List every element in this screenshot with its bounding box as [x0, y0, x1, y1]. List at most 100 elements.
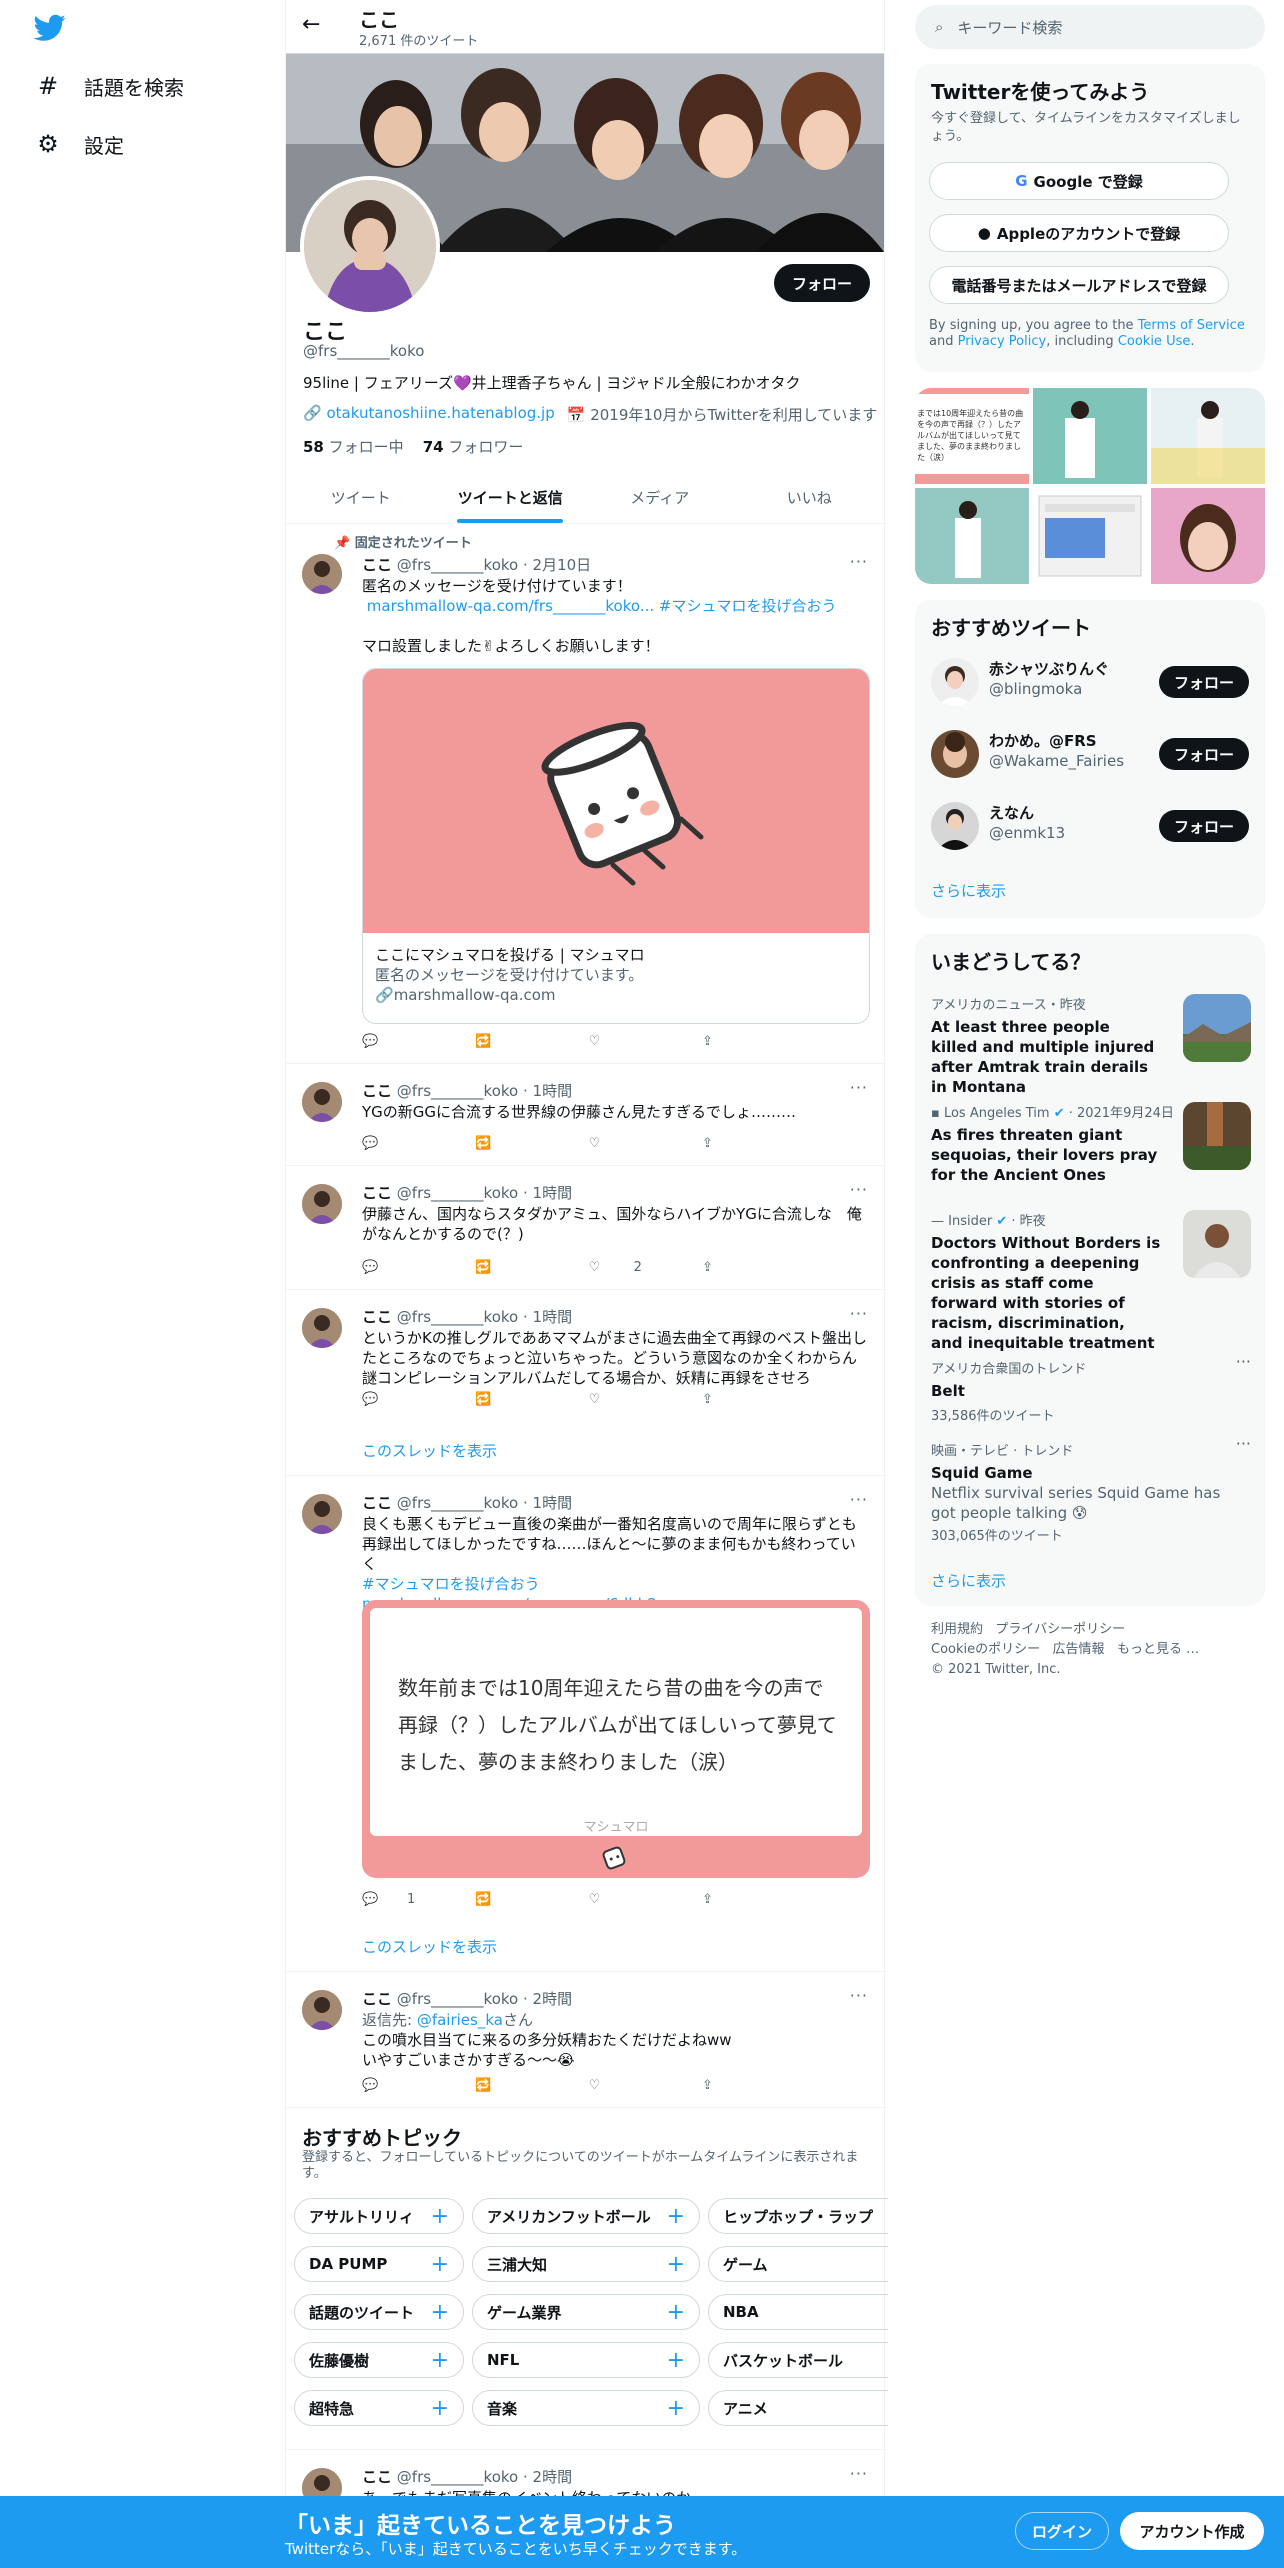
avatar[interactable] — [302, 1990, 342, 2030]
recommended-user[interactable]: 赤シャツぶりんぐ @blingmoka フォロー — [931, 654, 1249, 710]
follow-button[interactable]: フォロー — [774, 264, 870, 302]
tab-likes[interactable]: いいね — [735, 472, 885, 523]
topic-chip[interactable]: ゲーム — [708, 2246, 888, 2282]
share-icon[interactable]: ⇪ — [702, 1260, 782, 1275]
retweet-icon[interactable]: 🔁 — [475, 1136, 555, 1151]
topic-chip[interactable]: アメリカンフットボール + — [472, 2198, 700, 2234]
follow-button[interactable]: フォロー — [1159, 738, 1249, 770]
retweet-icon[interactable]: 🔁 — [475, 1892, 555, 1907]
tweet[interactable]: ここ @frs_______koko · 1時間 ··· というかKの推しグルで… — [286, 1290, 884, 1476]
trend-item[interactable]: ▪ Los Angeles Tim ✔ · 2021年9月24日 As fire… — [931, 1102, 1251, 1185]
avatar[interactable] — [931, 802, 979, 850]
more-icon[interactable]: ··· — [1236, 1434, 1251, 1453]
more-icon[interactable]: ··· — [850, 1180, 868, 1199]
topic-chip[interactable]: ヒップホップ・ラップ — [708, 2198, 888, 2234]
topic-chip[interactable]: NBA — [708, 2294, 888, 2330]
more-icon[interactable]: ··· — [1236, 1352, 1251, 1371]
like-icon[interactable]: ♡ — [589, 1892, 669, 1907]
avatar[interactable] — [302, 1494, 342, 1534]
following-label[interactable]: フォロー中 — [329, 438, 404, 456]
footer-cookie-link[interactable]: Cookieのポリシー — [931, 1642, 1040, 1657]
topic-chip[interactable]: 音楽 + — [472, 2390, 700, 2426]
tweet-hashtag[interactable]: #マシュマロを投げ合おう — [659, 597, 837, 615]
profile-link[interactable]: 🔗 otakutanoshiine.hatenablog.jp — [303, 404, 555, 425]
show-more-link[interactable]: さらに表示 — [931, 1570, 1006, 1591]
more-icon[interactable]: ··· — [850, 552, 868, 571]
more-icon[interactable]: ··· — [850, 1304, 868, 1323]
more-icon[interactable]: ··· — [850, 1078, 868, 1097]
topic-chip[interactable]: アニメ — [708, 2390, 888, 2426]
retweet-icon[interactable]: 🔁 — [475, 1260, 555, 1275]
media-grid[interactable]: までは10周年迎えたら昔の曲を今の声で再録（？）したアルバムが出てほしいって見て… — [915, 388, 1265, 584]
footer-more-link[interactable]: もっと見る … — [1117, 1642, 1199, 1657]
tweet[interactable]: ここ @frs_______koko · 1時間 ··· 良くも悪くもデビュー直… — [286, 1476, 884, 1972]
nav-explore[interactable]: # 話題を検索 — [34, 64, 184, 108]
signup-button[interactable]: アカウント作成 — [1120, 2512, 1264, 2550]
tab-tweets[interactable]: ツイート — [286, 472, 436, 523]
tweet-meta[interactable]: @frs_______koko · 1時間 — [397, 1308, 572, 1326]
footer-ads-link[interactable]: 広告情報 — [1053, 1642, 1105, 1657]
user-handle[interactable]: @blingmoka — [989, 680, 1082, 698]
tab-tweets-and-replies[interactable]: ツイートと返信 — [436, 472, 586, 523]
nav-settings[interactable]: ⚙ 設定 — [34, 122, 124, 166]
twitter-logo-icon[interactable] — [34, 14, 66, 42]
follow-button[interactable]: フォロー — [1159, 666, 1249, 698]
tweet-author[interactable]: ここ — [362, 1494, 392, 1512]
trend-item[interactable]: アメリカ合衆国のトレンド Belt 33,586件のツイート ··· — [931, 1352, 1251, 1424]
tweet-meta[interactable]: @frs_______koko · 2時間 — [397, 2468, 572, 2486]
terms-link[interactable]: Terms of Service — [1138, 318, 1245, 333]
back-arrow-icon[interactable]: ← — [302, 12, 320, 37]
more-icon[interactable]: ··· — [850, 1490, 868, 1509]
tweet-meta[interactable]: @frs_______koko · 2時間 — [397, 1990, 572, 2008]
reply-icon[interactable]: 💬 — [362, 1260, 442, 1275]
user-name[interactable]: 赤シャツぶりんぐ — [989, 658, 1109, 679]
tweet-author[interactable]: ここ — [362, 1990, 392, 2008]
topic-chip[interactable]: NFL + — [472, 2342, 700, 2378]
reply-icon[interactable]: 💬 — [362, 2078, 442, 2093]
following-count[interactable]: 58 — [303, 438, 324, 456]
avatar[interactable] — [931, 658, 979, 706]
topic-chip[interactable]: アサルトリリィ + — [294, 2198, 464, 2234]
phone-signup-button[interactable]: 電話番号またはメールアドレスで登録 — [929, 266, 1229, 304]
tweet-meta[interactable]: @frs_______koko · 1時間 — [397, 1184, 572, 1202]
profile-avatar[interactable] — [300, 176, 440, 316]
follow-button[interactable]: フォロー — [1159, 810, 1249, 842]
trend-item[interactable]: アメリカのニュース・昨夜 At least three people kille… — [931, 994, 1251, 1097]
google-signup-button[interactable]: G Google で登録 — [929, 162, 1229, 200]
recommended-user[interactable]: えなん @enmk13 フォロー — [931, 798, 1249, 854]
followers-count[interactable]: 74 — [423, 438, 444, 456]
tweet-author[interactable]: ここ — [362, 2468, 392, 2486]
share-icon[interactable]: ⇪ — [702, 1034, 782, 1049]
share-icon[interactable]: ⇪ — [702, 1892, 782, 1907]
tab-media[interactable]: メディア — [585, 472, 735, 523]
tweet[interactable]: ここ @frs_______koko · 1時間 ··· 伊藤さん、国内ならスタ… — [286, 1166, 884, 1290]
topic-chip[interactable]: DA PUMP + — [294, 2246, 464, 2282]
retweet-icon[interactable]: 🔁 — [475, 1392, 555, 1407]
topic-chip[interactable]: 話題のツイート + — [294, 2294, 464, 2330]
search-input[interactable]: キーワード検索 — [957, 17, 1062, 38]
tweet[interactable]: ここ @frs_______koko · 1時間 ··· YGの新GGに合流する… — [286, 1064, 884, 1166]
user-name[interactable]: えなん — [989, 802, 1034, 823]
tweet-author[interactable]: ここ — [362, 1082, 392, 1100]
reply-to-handle[interactable]: @fairies_ka — [417, 2011, 503, 2029]
apple-signup-button[interactable]: ● Appleのアカウントで登録 — [929, 214, 1229, 252]
share-icon[interactable]: ⇪ — [702, 2078, 782, 2093]
reply-icon[interactable]: 💬 — [362, 1034, 442, 1049]
user-handle[interactable]: @enmk13 — [989, 824, 1065, 842]
topic-chip[interactable]: ゲーム業界 + — [472, 2294, 700, 2330]
more-icon[interactable]: ··· — [850, 1986, 868, 2005]
link-card[interactable]: ここにマシュマロを投げる | マシュマロ 匿名のメッセージを受け付けています。 … — [362, 668, 870, 1024]
tweet-pinned[interactable]: 📌 固定されたツイート ここ @frs_______koko · 2月10日 ·… — [286, 524, 884, 1064]
like-icon[interactable]: ♡ — [589, 1034, 669, 1049]
topic-chip[interactable]: 超特急 + — [294, 2390, 464, 2426]
like-button[interactable]: ♡ 2 — [589, 1260, 669, 1275]
avatar[interactable] — [302, 1308, 342, 1348]
tweet-meta[interactable]: @frs_______koko · 1時間 — [397, 1082, 572, 1100]
privacy-link[interactable]: Privacy Policy — [958, 334, 1047, 349]
cookie-link[interactable]: Cookie Use — [1118, 334, 1191, 349]
retweet-icon[interactable]: 🔁 — [475, 2078, 555, 2093]
tweet-author[interactable]: ここ — [362, 556, 392, 574]
profile-link-text[interactable]: otakutanoshiine.hatenablog.jp — [326, 404, 554, 422]
followers-label[interactable]: フォロワー — [448, 438, 523, 456]
retweet-icon[interactable]: 🔁 — [475, 1034, 555, 1049]
